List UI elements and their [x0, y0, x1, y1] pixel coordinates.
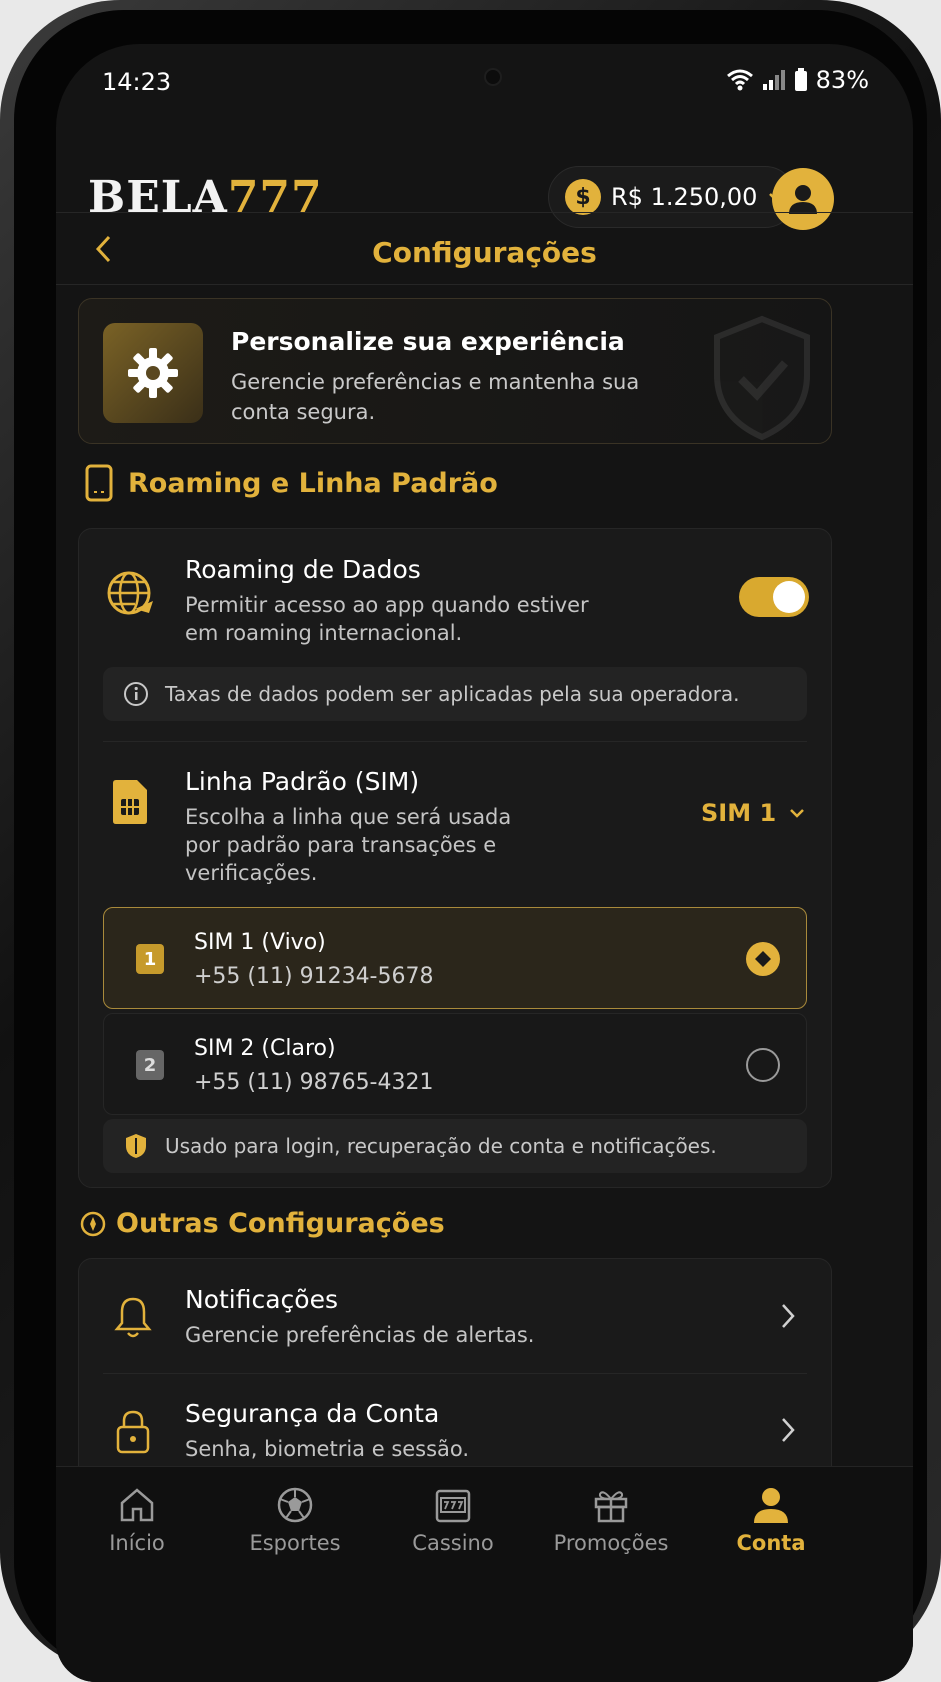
slot-machine-icon: [435, 1489, 471, 1523]
nav-item-promocoes[interactable]: Promoções: [536, 1485, 686, 1555]
shield-icon: [126, 1134, 146, 1158]
sim-option-number: +55 (11) 98765-4321: [194, 1070, 434, 1095]
gift-icon: [594, 1491, 628, 1523]
balance-amount: R$ 1.250,00: [611, 183, 758, 211]
roaming-description: Permitir acesso ao app quando estiver em…: [185, 593, 589, 645]
nav-item-esportes[interactable]: Esportes: [220, 1485, 370, 1555]
title-bar: Configurações: [56, 214, 913, 294]
toggle-knob: [773, 581, 805, 613]
soccer-ball-icon: [277, 1487, 313, 1523]
chevron-right-icon: [782, 1418, 795, 1442]
home-icon: [120, 1488, 154, 1522]
nav-label: Promoções: [553, 1531, 669, 1555]
roaming-toggle[interactable]: [739, 577, 809, 617]
nav-label: Cassino: [412, 1531, 494, 1555]
phone-frame: 14:23 83% BELA777 $ R$ 1.250,00 Configur…: [0, 0, 941, 1682]
account-security-description: Senha, biometria e sessão.: [185, 1437, 470, 1461]
sim-title: Linha Padrão (SIM): [185, 767, 420, 796]
roaming-section-label: Roaming e Linha Padrão: [128, 467, 498, 499]
sim-badge-2: 2: [136, 1050, 164, 1080]
chevron-down-icon: [790, 809, 805, 818]
page-title: Configurações: [372, 236, 597, 269]
coin-icon: $: [565, 179, 601, 215]
other-section-title: Outras Configurações: [80, 1208, 445, 1239]
notifications-row[interactable]: Notificações Gerencie preferências de al…: [79, 1259, 831, 1373]
sim-selected-value: SIM 1: [701, 799, 777, 827]
sim-description: Escolha a linha que será usada por padrã…: [185, 805, 512, 885]
app-screen: 14:23 83% BELA777 $ R$ 1.250,00 Configur…: [56, 44, 913, 1682]
notifications-title: Notificações: [185, 1285, 339, 1314]
wifi-icon: [726, 69, 753, 91]
sim-note-text: Usado para login, recuperação de conta e…: [165, 1134, 717, 1158]
sim-select-dropdown[interactable]: SIM 1: [701, 799, 806, 827]
roaming-note: Taxas de dados podem ser aplicadas pela …: [103, 667, 807, 721]
radio-selected-dot-icon: [755, 951, 771, 967]
phone-bezel: 14:23 83% BELA777 $ R$ 1.250,00 Configur…: [14, 10, 927, 1682]
roaming-note-text: Taxas de dados podem ser aplicadas pela …: [165, 682, 740, 706]
nav-item-cassino[interactable]: Cassino: [378, 1485, 528, 1555]
sim-option-name: SIM 1 (Vivo): [194, 930, 326, 955]
bell-icon: [114, 1297, 152, 1338]
sim-option-number: +55 (11) 91234-5678: [194, 964, 434, 989]
status-time: 14:23: [102, 68, 172, 96]
sim-option-name: SIM 2 (Claro): [194, 1036, 336, 1061]
info-icon: [124, 682, 148, 706]
radio-unselected[interactable]: [746, 1048, 780, 1082]
bottom-nav: Início Esportes Cassino Promoções Conta: [56, 1466, 913, 1682]
sim-badge-1: 1: [136, 944, 164, 974]
nav-label: Conta: [736, 1531, 806, 1555]
card-divider: [103, 741, 807, 742]
header-divider: [56, 212, 913, 213]
status-icons: 83%: [726, 66, 869, 94]
battery-percent: 83%: [815, 66, 869, 94]
user-icon: [789, 185, 817, 214]
notifications-description: Gerencie preferências de alertas.: [185, 1323, 535, 1347]
other-section-label: Outras Configurações: [116, 1208, 445, 1239]
banner-title: Personalize sua experiência: [231, 327, 625, 356]
sim-card-icon: [113, 780, 147, 824]
nav-label: Início: [109, 1531, 165, 1555]
nav-item-inicio[interactable]: Início: [62, 1485, 212, 1555]
roaming-section-title: Roaming e Linha Padrão: [84, 464, 498, 502]
signal-icon: [762, 70, 785, 90]
gear-icon-box: [103, 323, 203, 423]
phone-icon: [85, 464, 113, 502]
globe-plane-icon: [107, 571, 153, 615]
gear-icon: [128, 348, 178, 398]
sim-option-2[interactable]: 2 SIM 2 (Claro) +55 (11) 98765-4321: [103, 1013, 807, 1115]
compass-icon: [80, 1211, 106, 1236]
user-icon: [754, 1488, 788, 1523]
row-divider: [103, 1373, 807, 1374]
battery-icon: [794, 68, 807, 91]
nav-item-conta[interactable]: Conta: [696, 1485, 846, 1555]
title-divider: [56, 284, 913, 285]
shield-check-icon: [714, 315, 810, 441]
status-bar: 14:23 83%: [56, 44, 913, 124]
lock-icon: [116, 1410, 150, 1454]
radio-selected[interactable]: [746, 942, 780, 976]
roaming-card: Roaming de Dados Permitir acesso ao app …: [78, 528, 832, 1188]
sim-note: Usado para login, recuperação de conta e…: [103, 1119, 807, 1173]
sim-option-1[interactable]: 1 SIM 1 (Vivo) +55 (11) 91234-5678: [103, 907, 807, 1009]
banner-description: Gerencie preferências e mantenha sua con…: [231, 370, 640, 424]
account-security-title: Segurança da Conta: [185, 1399, 440, 1428]
settings-banner: Personalize sua experiência Gerencie pre…: [78, 298, 832, 444]
chevron-right-icon: [782, 1304, 795, 1328]
nav-label: Esportes: [249, 1531, 341, 1555]
roaming-title: Roaming de Dados: [185, 555, 421, 584]
